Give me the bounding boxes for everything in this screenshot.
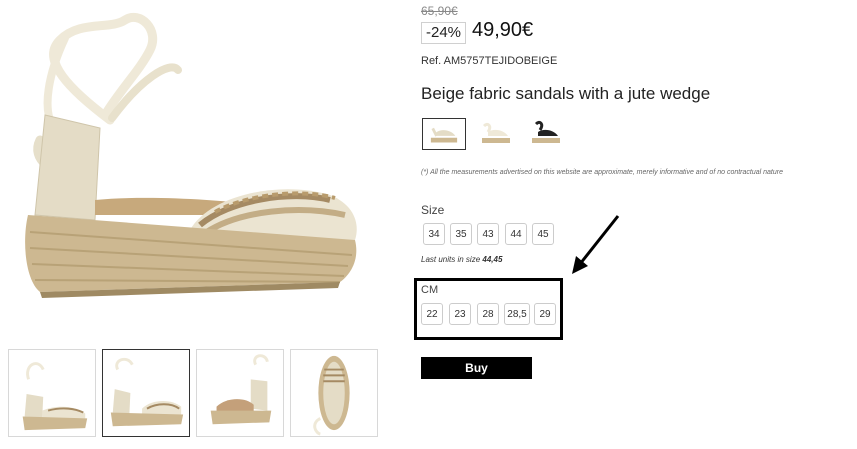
measurement-disclaimer: (*) All the measurements advertised on t… (421, 169, 783, 176)
annotation-arrow-icon (572, 215, 620, 274)
color-swatch-beige[interactable] (422, 118, 466, 150)
thumbnail-4[interactable] (290, 349, 378, 437)
discount-badge: -24% (421, 22, 467, 44)
last-units-sizes: 44,45 (482, 255, 503, 264)
current-price: 49,90€ (472, 19, 534, 41)
product-title: Beige fabric sandals with a jute wedge (421, 84, 711, 103)
size-option[interactable]: 43 (477, 223, 499, 245)
color-swatch-black[interactable] (524, 118, 568, 150)
cm-label: CM (421, 284, 439, 296)
cm-option[interactable]: 28 (477, 303, 499, 325)
cm-option[interactable]: 22 (421, 303, 443, 325)
size-option[interactable]: 34 (423, 223, 445, 245)
size-option[interactable]: 35 (450, 223, 472, 245)
last-units-prefix: Last units in size (421, 255, 483, 264)
size-option[interactable]: 45 (532, 223, 554, 245)
thumbnail-2[interactable] (102, 349, 190, 437)
color-swatch-cream[interactable] (474, 118, 518, 150)
product-reference: Ref. AM5757TEJIDOBEIGE (421, 55, 558, 67)
cm-option[interactable]: 29 (534, 303, 556, 325)
buy-button[interactable]: Buy (421, 357, 532, 379)
main-product-image[interactable] (0, 0, 390, 340)
size-label: Size (421, 203, 445, 217)
old-price: 65,90€ (421, 4, 458, 18)
cm-option[interactable]: 28,5 (504, 303, 530, 325)
thumbnail-1[interactable] (8, 349, 96, 437)
size-option[interactable]: 44 (505, 223, 527, 245)
thumbnail-3[interactable] (196, 349, 284, 437)
cm-option[interactable]: 23 (449, 303, 471, 325)
last-units-note: Last units in size 44,45 (421, 255, 502, 264)
